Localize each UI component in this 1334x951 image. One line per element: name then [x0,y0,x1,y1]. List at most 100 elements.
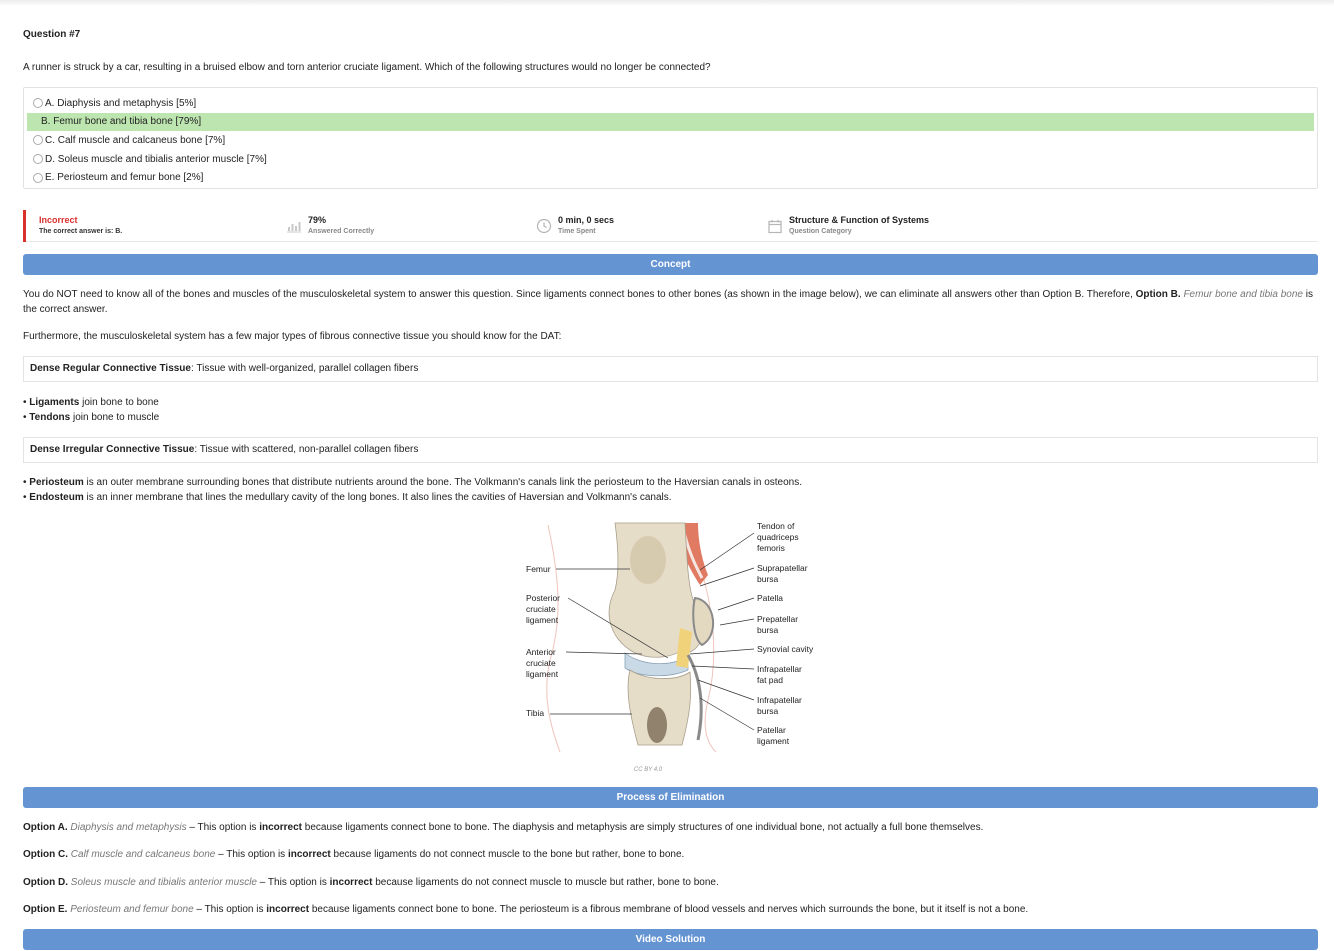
fig-label: femoris [757,543,785,553]
fig-label: quadriceps [757,532,799,542]
category-value: Structure & Function of Systems [789,215,930,225]
elimination-header[interactable]: Process of Elimination [23,787,1318,808]
bullet: • [23,397,27,408]
option-label: C. Calf muscle and calcaneus bone [7%] [45,134,226,146]
question-title: Question #7 [23,29,81,40]
answered-correctly-stat: 79% Answered Correctly [286,215,374,235]
text: – This option is [193,904,267,915]
option-label: Option C. [23,849,68,860]
reason: because ligaments do not connect muscle … [330,849,685,860]
radio-button[interactable] [33,154,43,165]
definition: is an outer membrane surrounding bones t… [83,477,803,488]
option-label: A. Diaphysis and metaphysis [5%] [45,97,197,109]
text: – This option is [256,877,330,888]
answer-name: Femur bone and tibia bone [1183,289,1303,300]
definition: : Tissue with scattered, non-parallel co… [194,444,419,455]
term: Dense Irregular Connective Tissue [30,444,195,455]
time-spent-stat: 0 min, 0 secs Time Spent [536,215,614,235]
result-stats-bar: Incorrect The correct answer is: B. 79% … [23,210,1318,242]
fig-label: cruciate [526,658,556,668]
fig-label: cruciate [526,604,556,614]
answered-label: Answered Correctly [308,228,375,235]
fig-label: Tendon of [757,521,795,531]
option-name: Diaphysis and metaphysis [70,822,187,833]
knee-joint-diagram: Femur Posterior cruciate ligament Anteri… [526,521,814,753]
reason: because ligaments connect bone to bone. … [302,822,984,833]
option-label: Option A. [23,822,68,833]
option-d[interactable]: D. Soleus muscle and tibialis anterior m… [27,150,1314,169]
concept-paragraph: You do NOT need to know all of the bones… [23,287,1318,317]
verdict: incorrect [259,822,303,833]
result-status: Incorrect The correct answer is: B. [39,215,122,235]
elimination-item: Option A. Diaphysis and metaphysis – Thi… [23,822,983,833]
term: Tendons [29,412,71,423]
definition: join bone to muscle [70,412,160,423]
correct-answer-note: The correct answer is: B. [39,228,123,235]
image-license: CC BY 4.0 [633,767,663,773]
radio-button[interactable] [33,172,43,183]
text: – This option is [215,849,288,860]
clock-icon [536,218,552,234]
fig-label: fat pad [757,675,783,685]
option-label: Option D. [23,877,68,888]
list-item: • Periosteum is an outer membrane surrou… [23,475,802,490]
dense-irregular-box: Dense Irregular Connective Tissue: Tissu… [23,437,1318,463]
fig-label: bursa [757,625,779,635]
incorrect-indicator [23,210,26,242]
term: Ligaments [29,397,80,408]
list-item: • Endosteum is an inner membrane that li… [23,490,672,505]
elimination-item: Option D. Soleus muscle and tibialis ant… [23,877,719,888]
elimination-item: Option C. Calf muscle and calcaneus bone… [23,849,684,860]
option-label: B. Femur bone and tibia bone [79%] [41,116,202,128]
fig-label: bursa [757,706,779,716]
time-value: 0 min, 0 secs [558,215,615,225]
category-label: Question Category [789,228,852,235]
radio-button[interactable] [33,135,43,146]
concept-paragraph-2: Furthermore, the musculoskeletal system … [23,331,562,342]
fig-label: Anterior [526,647,556,657]
term: Endosteum [29,492,84,503]
fig-label: Femur [526,564,551,574]
fig-label: Prepatellar [757,614,798,624]
bullet: • [23,412,27,423]
answer-option: Option B. [1135,289,1181,300]
option-label: E. Periosteum and femur bone [2%] [45,172,204,184]
text: – This option is [186,822,260,833]
option-b[interactable]: B. Femur bone and tibia bone [79%] [27,112,1314,132]
definition: : Tissue with well-organized, parallel c… [190,363,419,374]
verdict: incorrect [287,849,331,860]
video-solution-header[interactable]: Video Solution [23,929,1318,950]
term: Dense Regular Connective Tissue [30,363,191,374]
term: Periosteum [29,477,84,488]
bullet: • [23,477,27,488]
fig-label: ligament [757,736,790,746]
radio-button[interactable] [33,98,43,109]
fig-label: Infrapatellar [757,664,802,674]
fig-label: Tibia [526,708,544,718]
option-e[interactable]: E. Periosteum and femur bone [2%] [27,168,1314,187]
reason: because ligaments connect bone to bone. … [309,904,1029,915]
result-label: Incorrect [39,215,78,225]
fig-label: Suprapatellar [757,563,808,573]
option-a[interactable]: A. Diaphysis and metaphysis [5%] [27,94,1314,113]
verdict: incorrect [329,877,373,888]
option-name: Calf muscle and calcaneus bone [70,849,216,860]
category-stat: Structure & Function of Systems Question… [767,215,929,235]
fig-label: Patellar [757,725,786,735]
text: You do NOT need to know all of the bones… [23,289,1136,300]
top-shadow [0,0,1334,6]
option-c[interactable]: C. Calf muscle and calcaneus bone [7%] [27,131,1314,150]
time-label: Time Spent [558,228,596,235]
fig-label: ligament [526,615,559,625]
fig-label: ligament [526,669,559,679]
answer-options: A. Diaphysis and metaphysis [5%] B. Femu… [23,87,1318,189]
calendar-icon [768,220,782,234]
concept-header[interactable]: Concept [23,254,1318,275]
option-name: Periosteum and femur bone [70,904,194,915]
elimination-item: Option E. Periosteum and femur bone – Th… [23,904,1028,915]
dense-regular-box: Dense Regular Connective Tissue: Tissue … [23,356,1318,382]
list-item: • Ligaments join bone to bone [23,395,159,410]
option-name: Soleus muscle and tibialis anterior musc… [70,877,257,888]
reason: because ligaments do not connect muscle … [372,877,719,888]
definition: is an inner membrane that lines the medu… [83,492,672,503]
